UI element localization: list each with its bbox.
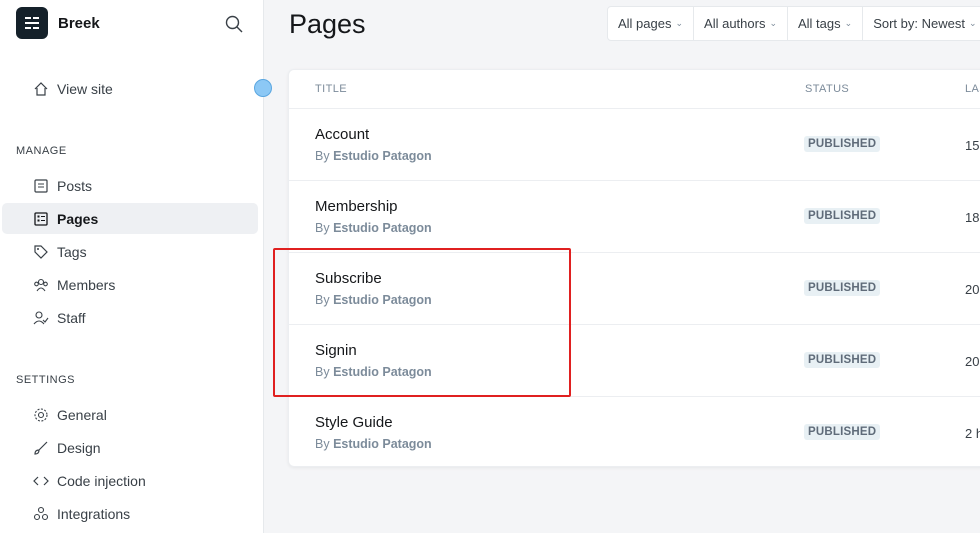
sidebar-item-tags[interactable]: Tags [2,236,258,267]
pages-icon [32,210,50,228]
page-row-title: Account [315,126,370,143]
sidebar-item-posts[interactable]: Posts [2,170,258,201]
byline-prefix: By [315,149,330,163]
sidebar-item-label: Members [57,276,116,293]
sidebar-item-view-site[interactable]: View site [2,73,258,104]
section-label-manage: MANAGE [16,145,67,157]
sidebar-item-label: Integrations [57,505,131,522]
filter-author-dropdown[interactable]: All authors ⌄ [694,7,788,40]
status-badge: PUBLISHED [804,352,881,368]
column-header-last: LAS [965,83,980,95]
table-row[interactable]: Membership By Estudio Patagon PUBLISHED … [289,181,980,253]
page-row-byline: By Estudio Patagon [315,149,432,163]
sidebar-item-code-injection[interactable]: Code injection [2,465,258,496]
chevron-down-icon: ⌄ [675,18,684,28]
chevron-down-icon: ⌄ [968,18,977,28]
status-dot[interactable] [254,79,272,97]
chevron-down-icon: ⌄ [769,18,777,28]
status-badge: PUBLISHED [804,424,881,440]
table-header: TITLE STATUS LAS [289,70,980,109]
staff-icon [32,309,50,327]
table-row[interactable]: Style Guide By Estudio Patagon PUBLISHED… [289,397,980,466]
filter-label: All tags [798,16,841,31]
brand-logo-icon [16,7,48,39]
table-row[interactable]: Account By Estudio Patagon PUBLISHED 15 [289,109,980,181]
integrations-icon [32,505,50,523]
column-header-status: STATUS [805,83,850,95]
sidebar-item-label: Code injection [57,472,146,489]
brand[interactable]: Breek [16,7,100,39]
sidebar-item-label: Pages [57,210,99,227]
sidebar-item-general[interactable]: General [2,399,258,430]
sidebar-item-pages[interactable]: Pages [2,203,258,234]
page-row-last-updated: 18 [965,210,980,225]
filter-bar: All pages ⌄ All authors ⌄ All tags ⌄ Sort b… [607,6,980,41]
search-icon[interactable] [224,14,244,34]
sidebar-item-members[interactable]: Members [2,269,258,300]
page-row-last-updated: 20 [965,282,980,297]
code-icon [32,472,50,490]
byline-prefix: By [315,221,330,235]
page-row-title: Membership [315,198,398,215]
sidebar-item-label: General [57,406,107,423]
tag-icon [32,243,50,261]
page-row-author: Estudio Patagon [333,149,432,163]
page-row-last-updated: 20 [965,354,980,369]
page-row-title: Style Guide [315,414,393,431]
members-icon [32,276,50,294]
page-title: Pages [289,9,366,39]
page-row-last-updated: 2 h [965,426,980,441]
page-row-byline: By Estudio Patagon [315,437,432,451]
page-row-byline: By Estudio Patagon [315,221,432,235]
section-label-settings: SETTINGS [16,374,76,386]
sidebar-item-label: Tags [57,243,87,260]
filter-type-dropdown[interactable]: All pages ⌄ [608,7,695,40]
filter-tag-dropdown[interactable]: All tags ⌄ [788,7,864,40]
status-badge: PUBLISHED [804,280,881,296]
byline-prefix: By [315,437,330,451]
sidebar-item-label: View site [57,80,113,97]
filter-label: Sort by: Newest [873,16,965,31]
chevron-down-icon: ⌄ [844,18,853,28]
column-header-title: TITLE [315,83,347,95]
gear-icon [32,406,50,424]
sidebar-item-label: Staff [57,309,86,326]
filter-label: All authors [704,16,766,31]
page-row-author: Estudio Patagon [333,437,432,451]
home-icon [32,80,50,98]
brand-name: Breek [58,14,100,32]
sidebar-item-label: Posts [57,177,93,194]
page-row-author: Estudio Patagon [333,221,432,235]
sort-dropdown[interactable]: Sort by: Newest ⌄ [863,7,980,40]
sidebar-item-label: Design [57,439,101,456]
highlight-box [273,248,571,397]
sidebar-item-staff[interactable]: Staff [2,302,258,333]
page-row-last-updated: 15 [965,138,980,153]
filter-label: All pages [618,16,672,31]
status-badge: PUBLISHED [804,136,881,152]
sidebar-item-integrations[interactable]: Integrations [2,498,258,529]
sidebar-item-design[interactable]: Design [2,432,258,463]
sidebar: Breek View site MANAGE Posts Pages Tags … [0,0,272,533]
posts-icon [32,177,50,195]
brush-icon [32,439,50,457]
status-badge: PUBLISHED [804,208,881,224]
